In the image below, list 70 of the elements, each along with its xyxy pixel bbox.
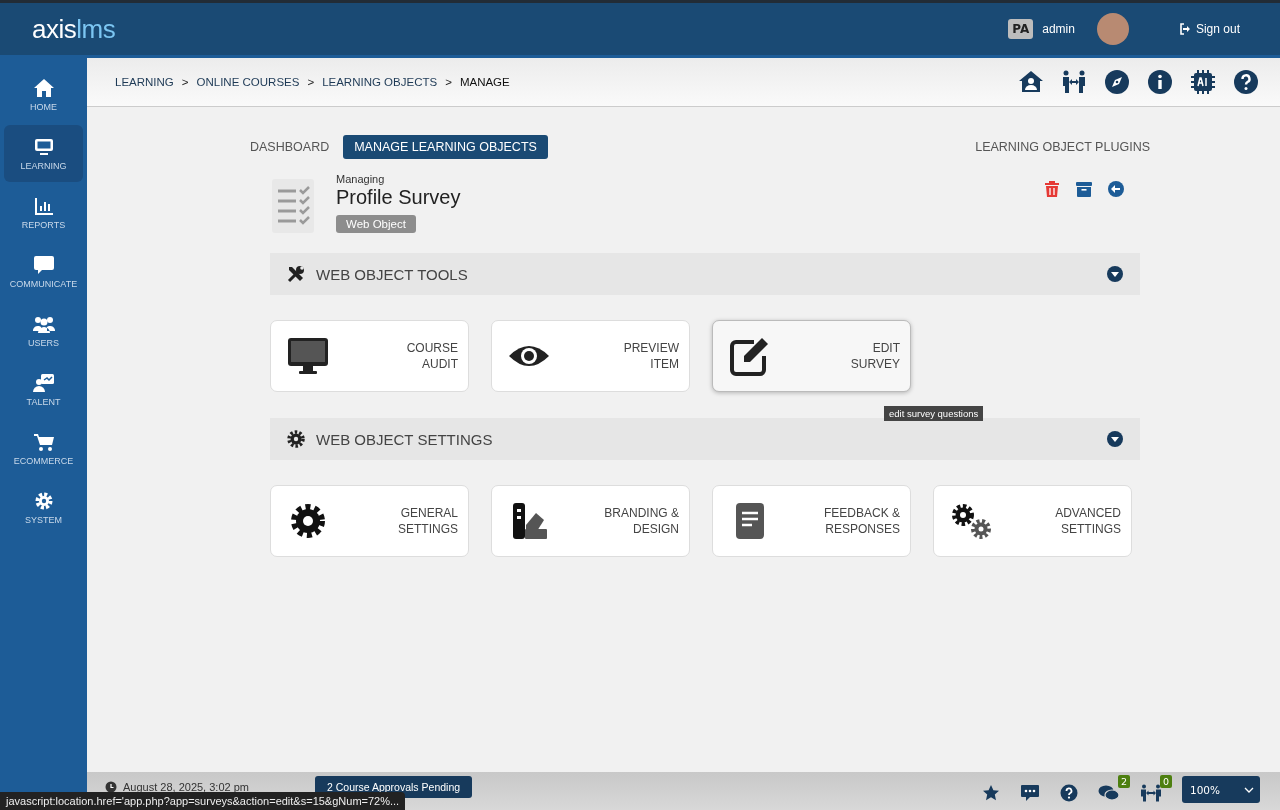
speech-bubble-icon [32,254,55,275]
count-badge: 2 [1117,774,1130,788]
avatar-placeholder[interactable] [1096,13,1129,45]
gears-icon [949,501,993,541]
star-icon[interactable] [982,783,1000,802]
sign-out-link[interactable]: Sign out [1178,22,1240,36]
monitor-icon [32,136,55,157]
section-header[interactable]: WEB OBJECT TOOLS [270,253,1140,295]
sidebar-item[interactable]: HOME [4,66,83,123]
house-person-icon[interactable] [1018,69,1044,95]
count-badge: 0 [1159,774,1172,788]
tab[interactable]: DASHBOARD [250,135,330,159]
tab[interactable]: MANAGE LEARNING OBJECTS [343,135,548,159]
user-name: admin [1042,22,1075,36]
gear-icon [286,429,306,449]
tool-card[interactable]: COURSE AUDIT [270,320,469,392]
chat-bubbles-icon[interactable] [1098,783,1120,802]
sidebar-item[interactable]: COMMUNICATE [4,243,83,300]
cart-icon [32,431,55,452]
tool-card[interactable]: PREVIEW ITEM [491,320,690,392]
date-text: August 28, 2025, 3:02 pm [123,781,249,793]
people-arrow-icon[interactable] [1140,783,1162,802]
tool-card[interactable]: EDIT SURVEY [712,320,911,392]
chevron-circle-icon[interactable] [1106,430,1124,448]
breadcrumb-link[interactable]: MANAGE [459,76,510,88]
info-icon[interactable] [1147,69,1173,95]
presenter-icon [32,372,55,393]
breadcrumb-link[interactable]: LEARNING [115,76,174,88]
chevron-circle-icon[interactable] [1106,265,1124,283]
object-title: Profile Survey [336,186,461,209]
user-initials-badge: PA [1008,19,1034,39]
status-url-tooltip: javascript:location.href='app.php?app=surveys&action=edit&s=15&gNum=72%... [0,792,406,810]
breadcrumb-link[interactable]: LEARNING OBJECTS [322,76,438,88]
monitor-icon [286,336,330,376]
archive-box-icon[interactable] [1075,180,1093,198]
chip-icon[interactable] [1190,69,1216,95]
bar-chart-icon [32,195,55,216]
sidebar-item[interactable]: REPORTS [4,184,83,241]
chevron-icon: > [307,76,315,88]
chevron-down-icon [1244,786,1254,793]
checklist-icon [270,177,316,235]
tool-card[interactable]: GENERAL SETTINGS [270,485,469,557]
breadcrumb-link[interactable]: ONLINE COURSES [196,76,300,88]
trash-icon[interactable] [1043,180,1061,198]
object-type-tag: Web Object [336,215,416,233]
sidebar-item[interactable]: LEARNING [4,125,83,182]
app-logo[interactable]: axislms [32,13,116,45]
plugins-link[interactable]: LEARNING OBJECT PLUGINS [975,140,1150,154]
compass-icon[interactable] [1104,69,1130,95]
house-icon [32,77,55,98]
sidebar-item[interactable]: SYSTEM [4,479,83,536]
section-header[interactable]: WEB OBJECT SETTINGS [270,418,1140,460]
tooltip: edit survey questions [884,406,984,421]
zoom-dropdown[interactable]: 100% [1182,776,1260,803]
chevron-icon: > [445,76,452,88]
tool-card[interactable]: ADVANCED SETTINGS [933,485,1132,557]
managing-caption: Managing [336,173,385,185]
help-icon[interactable] [1060,783,1078,802]
chevron-icon: > [181,76,189,88]
tool-card[interactable]: BRANDING & DESIGN [491,485,690,557]
clock-icon [105,781,117,793]
people-arrow-icon[interactable] [1061,69,1087,95]
sidebar-item[interactable]: TALENT [4,361,83,418]
tool-card[interactable]: FEEDBACK & RESPONSES [712,485,911,557]
sidebar-item[interactable]: ECOMMERCE [4,420,83,477]
sidebar-item[interactable]: USERS [4,302,83,359]
wrench-screwdriver-icon [286,264,306,284]
sign-out-icon [1178,23,1191,35]
help-icon[interactable] [1233,69,1259,95]
comment-dots-icon[interactable] [1020,783,1040,802]
